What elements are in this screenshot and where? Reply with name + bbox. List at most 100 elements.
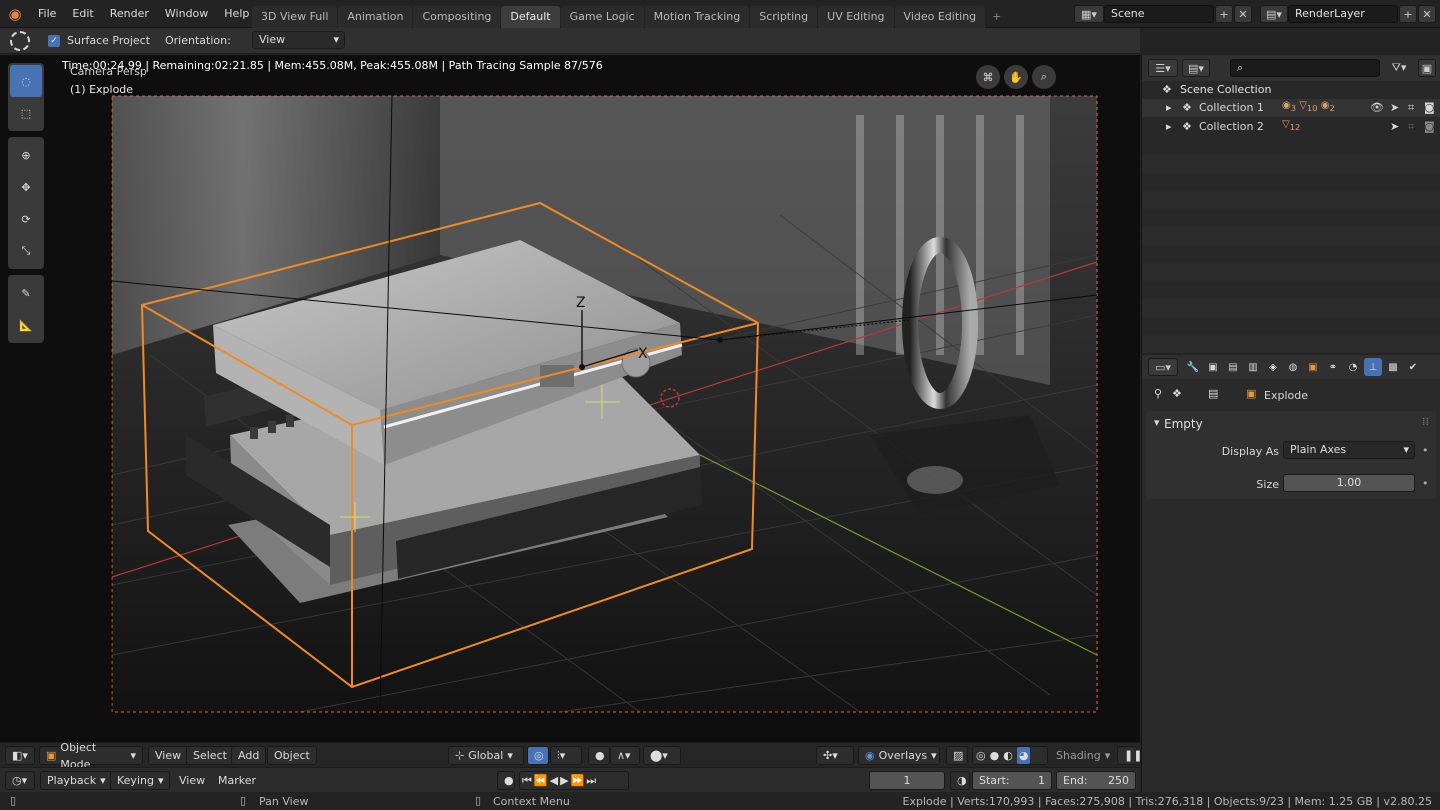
gizmo-toggle-icon[interactable]: ✣▾ <box>816 746 854 765</box>
drag-handle-icon[interactable]: ⁞⁞ <box>1422 415 1429 428</box>
rotate-icon[interactable]: ⟳ <box>10 203 42 235</box>
render-camera-icon[interactable]: ◙ <box>1424 120 1435 133</box>
jump-keyframe-forward-icon[interactable]: ⏩ <box>571 772 585 789</box>
solid-shading-icon[interactable]: ● <box>990 747 1000 764</box>
view-layer-tab-icon[interactable]: ▥ <box>1244 358 1262 376</box>
outliner-editor-icon[interactable]: ☰▾ <box>1148 59 1178 77</box>
rendered-shading-icon[interactable]: ◕ <box>1016 747 1031 764</box>
selectable-cursor-icon[interactable]: ➤ <box>1390 120 1399 133</box>
texture-tab-icon[interactable]: ▩ <box>1384 358 1402 376</box>
tab-video-editing[interactable]: Video Editing <box>894 6 986 28</box>
3d-viewport[interactable]: Z X Time:00:24.99 | Remaining:02:21.85 |… <box>0 55 1140 767</box>
material-shading-icon[interactable]: ◐ <box>1003 747 1013 764</box>
overlays-dropdown[interactable]: ◉ Overlays ▾ <box>858 746 940 765</box>
outliner-search-input[interactable]: ⌕ <box>1230 59 1380 77</box>
output-tab-icon[interactable]: ▤ <box>1224 358 1242 376</box>
falloff-icon[interactable]: ∧▾ <box>610 746 640 765</box>
filter-icon[interactable]: ⛛▾ <box>1384 59 1414 77</box>
scene-browse-icon[interactable]: ▦▾ <box>1074 5 1104 23</box>
annotate-icon[interactable]: ✎ <box>10 277 42 309</box>
new-collection-icon[interactable]: ▣ <box>1418 59 1436 77</box>
preview-range-icon[interactable]: ◑ <box>950 771 970 790</box>
blender-logo-icon[interactable]: ◉ <box>0 0 30 28</box>
select-menu[interactable]: Select <box>186 746 234 765</box>
tab-scripting[interactable]: Scripting <box>750 6 818 28</box>
transform-orientation-dropdown[interactable]: ⊹ Global ▾ <box>448 746 524 765</box>
object-types-icon[interactable]: ⬤▾ <box>643 746 681 765</box>
editor-type-icon[interactable]: ◧▾ <box>5 746 35 765</box>
holdout-icon[interactable]: ⌗ <box>1408 101 1414 115</box>
menu-edit[interactable]: Edit <box>64 0 101 28</box>
world-tab-icon[interactable]: ◍ <box>1284 358 1302 376</box>
pivot-icon[interactable]: ◎ <box>527 746 549 765</box>
object-mode-dropdown[interactable]: ▣ Object Mode ▾ <box>39 741 143 771</box>
outliner-row-collection-2[interactable]: ▸ ❖ Collection 2 ▽12 ➤ ⌗ ◙ <box>1142 118 1440 136</box>
marker-menu[interactable]: Marker <box>212 771 262 790</box>
scene-tab-icon[interactable]: ◈ <box>1264 358 1282 376</box>
add-workspace-icon[interactable]: + <box>986 6 1007 28</box>
measure-icon[interactable]: 📐 <box>10 309 42 341</box>
snap-icon[interactable]: ⫶▾ <box>550 746 582 765</box>
display-mode-icon[interactable]: ▤▾ <box>1182 59 1210 77</box>
object-menu[interactable]: Object <box>267 746 317 765</box>
surface-project-checkbox[interactable]: ✓ <box>48 35 60 47</box>
select-circle-icon[interactable]: ◌ <box>10 65 42 97</box>
move-icon[interactable]: ✥ <box>10 171 42 203</box>
tab-default[interactable]: Default <box>501 6 560 28</box>
constraints-tab-icon[interactable]: ⚭ <box>1324 358 1342 376</box>
orientation-dropdown[interactable]: View ▾ <box>252 31 345 49</box>
camera-view-icon[interactable]: ⌘ <box>976 65 1000 89</box>
wireframe-shading-icon[interactable]: ◎ <box>976 747 986 764</box>
scene-name-field[interactable]: Scene <box>1104 5 1214 23</box>
timeline-editor-icon[interactable]: ◷▾ <box>5 771 35 790</box>
scale-icon[interactable]: ⤡ <box>10 235 42 267</box>
outliner-row-scene-collection[interactable]: ❖ Scene Collection <box>1142 81 1440 99</box>
menu-render[interactable]: Render <box>102 0 157 28</box>
menu-file[interactable]: File <box>30 0 64 28</box>
keying-menu[interactable]: Keying ▾ <box>110 771 171 790</box>
keyframe-dot-icon[interactable]: • <box>1422 444 1429 457</box>
delete-scene-icon[interactable]: ✕ <box>1234 5 1252 23</box>
tool-tab-icon[interactable]: 🔧 <box>1184 358 1202 376</box>
data-tab-icon[interactable]: ⊥ <box>1364 358 1382 376</box>
properties-editor-icon[interactable]: ▭▾ <box>1148 358 1178 376</box>
size-field[interactable]: 1.00 <box>1283 474 1415 492</box>
xray-icon[interactable]: ▨ <box>946 746 968 765</box>
visibility-eye-icon[interactable]: 👁 <box>1370 101 1384 114</box>
start-frame-field[interactable]: Start: 1 <box>972 771 1052 790</box>
jump-end-icon[interactable]: ⏭ <box>586 772 596 789</box>
select-circle-tool-icon[interactable] <box>10 31 30 51</box>
selectable-cursor-icon[interactable]: ➤ <box>1390 101 1399 114</box>
shading-dropdown[interactable]: Shading ▾ <box>1050 746 1114 765</box>
tab-game-logic[interactable]: Game Logic <box>560 6 644 28</box>
display-as-dropdown[interactable]: Plain Axes ▾ <box>1283 441 1415 459</box>
panel-collapse-icon[interactable]: ▾ <box>1154 416 1160 429</box>
expand-arrow-icon[interactable]: ▸ <box>1166 101 1172 114</box>
play-icon[interactable]: ▶ <box>560 772 568 789</box>
delete-view-layer-icon[interactable]: ✕ <box>1418 5 1436 23</box>
add-menu[interactable]: Add <box>231 746 267 765</box>
zoom-icon[interactable]: ⌕ <box>1032 65 1056 89</box>
proportional-edit-icon[interactable]: ● <box>588 746 610 765</box>
jump-start-icon[interactable]: ⏮ <box>522 772 532 789</box>
keyframe-dot-icon[interactable]: • <box>1422 477 1429 490</box>
transform-icon[interactable]: ⊕ <box>10 139 42 171</box>
view-layer-field[interactable]: RenderLayer <box>1288 5 1398 23</box>
modifier-tab-icon[interactable]: ✔ <box>1404 358 1422 376</box>
pan-hand-icon[interactable]: ✋ <box>1004 65 1028 89</box>
tab-3d-view-full[interactable]: 3D View Full <box>252 6 338 28</box>
play-reverse-icon[interactable]: ◀ <box>550 772 558 789</box>
end-frame-field[interactable]: End: 250 <box>1056 771 1136 790</box>
view-menu[interactable]: View <box>148 746 189 765</box>
tab-compositing[interactable]: Compositing <box>413 6 501 28</box>
empty-panel-title[interactable]: Empty <box>1164 417 1203 431</box>
playback-menu[interactable]: Playback ▾ <box>40 771 113 790</box>
sidebar-toggle-icon[interactable]: ❚❚ <box>1117 746 1142 765</box>
jump-keyframe-back-icon[interactable]: ⏪ <box>534 772 548 789</box>
new-view-layer-icon[interactable]: + <box>1399 5 1417 23</box>
select-box-icon[interactable]: ⬚ <box>10 97 42 129</box>
view-layer-browse-icon[interactable]: ▤▾ <box>1260 5 1288 23</box>
tab-uv-editing[interactable]: UV Editing <box>818 6 894 28</box>
outliner-row-collection-1[interactable]: ▸ ❖ Collection 1 ◉3 ▽10 ◉2 👁 ➤ ⌗ ◙ <box>1142 99 1440 117</box>
object-tab-icon[interactable]: ▣ <box>1304 358 1322 376</box>
